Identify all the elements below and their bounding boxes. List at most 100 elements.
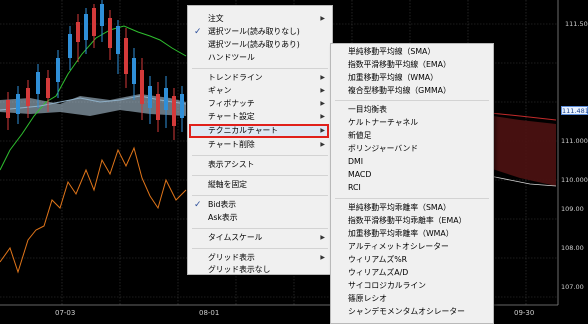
submenu-arrow-icon: ▶ [320, 74, 325, 81]
submenu-item-ema[interactable]: 指数平滑移動平均線（EMA） [331, 59, 493, 71]
date-label: 09-30 [514, 309, 535, 317]
menu-item-lock-vertical-axis[interactable]: 縦軸を固定 [188, 179, 332, 191]
menu-item-fibonacci[interactable]: フィボナッチ ▶ [188, 98, 332, 110]
submenu-arrow-icon: ▶ [320, 87, 325, 94]
menu-item-label: ウィリアムズ%R [348, 255, 408, 264]
menu-item-gann[interactable]: ギャン ▶ [188, 85, 332, 97]
menu-item-technical-chart[interactable]: テクニカルチャート ▶ [188, 125, 332, 137]
menu-item-label: フィボナッチ [208, 99, 255, 108]
menu-separator [192, 155, 328, 156]
checkmark-icon: ✓ [194, 200, 202, 210]
price-axis-label: 111.000 [561, 137, 588, 145]
menu-item-label: 選択ツール(読み取りあり) [208, 40, 300, 49]
menu-item-label: シャンデモメンタムオシレーター [348, 307, 465, 316]
menu-item-label: 単純移動平均線（SMA） [348, 47, 436, 56]
technical-chart-submenu: 単純移動平均線（SMA） 指数平滑移動平均線（EMA） 加重移動平均線（WMA）… [330, 43, 494, 324]
menu-item-show-bid[interactable]: ✓ Bid表示 [188, 199, 332, 211]
menu-item-chart-settings[interactable]: チャート設定 ▶ [188, 111, 332, 123]
submenu-arrow-icon: ▶ [320, 234, 325, 241]
menu-item-label: 指数平滑移動平均線（EMA） [348, 60, 451, 69]
submenu-item-ema-deviation[interactable]: 指数平滑移動平均乖離率（EMA） [331, 215, 493, 227]
menu-item-label: 一目均衡表 [348, 105, 387, 114]
submenu-item-ichimoku[interactable]: 一目均衡表 [331, 104, 493, 116]
chart-context-menu: 注文 ▶ ✓ 選択ツール(読み取りなし) 選択ツール(読み取りあり) ハンドツール … [187, 5, 333, 275]
menu-item-time-scale[interactable]: タイムスケール ▶ [188, 232, 332, 244]
submenu-item-shinohara-ratio[interactable]: 篠原レシオ [331, 293, 493, 305]
menu-separator [192, 68, 328, 69]
menu-item-label: 篠原レシオ [348, 294, 387, 303]
submenu-arrow-icon: ▶ [320, 254, 325, 261]
menu-item-select-tool-read[interactable]: 選択ツール(読み取りあり) [188, 39, 332, 51]
menu-item-delete-chart[interactable]: チャート削除 ▶ [188, 139, 332, 151]
menu-item-label: トレンドライン [208, 73, 263, 82]
date-label: 08-01 [199, 309, 220, 317]
menu-separator [192, 175, 328, 176]
submenu-item-macd[interactable]: MACD [331, 169, 493, 181]
submenu-arrow-icon: ▶ [320, 127, 325, 134]
menu-item-label: サイコロジカルライン [348, 281, 426, 290]
candles [6, 0, 184, 140]
menu-item-label: DMI [348, 157, 364, 166]
menu-item-select-tool-no-read[interactable]: ✓ 選択ツール(読み取りなし) [188, 26, 332, 38]
menu-item-label: Bid表示 [208, 200, 237, 209]
menu-item-label: チャート設定 [208, 112, 255, 121]
menu-item-label: テクニカルチャート [208, 126, 279, 135]
menu-item-order[interactable]: 注文 ▶ [188, 13, 332, 25]
menu-item-label: Ask表示 [208, 213, 238, 222]
menu-separator [192, 228, 328, 229]
menu-item-grid-display[interactable]: グリッド表示 ▶ [188, 252, 332, 264]
menu-item-label: ウィリアムズA/D [348, 268, 409, 277]
submenu-item-williams-r[interactable]: ウィリアムズ%R [331, 254, 493, 266]
menu-item-label: 指数平滑移動平均乖離率（EMA） [348, 216, 467, 225]
menu-item-label: 注文 [208, 14, 224, 23]
submenu-item-chande-momentum[interactable]: シャンデモメンタムオシレーター [331, 306, 493, 318]
date-label: 07-03 [55, 309, 76, 317]
menu-item-label: アルティメットオシレーター [348, 242, 449, 251]
submenu-item-keltner[interactable]: ケルトナーチャネル [331, 117, 493, 129]
price-axis-label: 108.00 [561, 244, 584, 252]
submenu-arrow-icon: ▶ [320, 15, 325, 22]
submenu-item-new-price[interactable]: 新値足 [331, 130, 493, 142]
menu-item-show-ask[interactable]: Ask表示 [188, 212, 332, 224]
menu-item-label: 単純移動平均乖離率（SMA） [348, 203, 451, 212]
menu-item-label: 加重移動平均乖離率（WMA） [348, 229, 454, 238]
menu-item-label: MACD [348, 170, 372, 179]
submenu-item-wma-deviation[interactable]: 加重移動平均乖離率（WMA） [331, 228, 493, 240]
menu-item-display-assist[interactable]: 表示アシスト [188, 159, 332, 171]
submenu-item-wma[interactable]: 加重移動平均線（WMA） [331, 72, 493, 84]
submenu-item-bollinger[interactable]: ボリンジャーバンド [331, 143, 493, 155]
menu-item-label: 複合型移動平均線（GMMA） [348, 86, 451, 95]
menu-item-label: ケルトナーチャネル [348, 118, 419, 127]
checkmark-icon: ✓ [194, 27, 202, 37]
current-price-flag: 111.481 [561, 106, 588, 115]
submenu-arrow-icon: ▶ [320, 113, 325, 120]
submenu-item-rci[interactable]: RCI [331, 182, 493, 194]
menu-item-label: チャート削除 [208, 140, 255, 149]
menu-item-label: グリッド表示なし [208, 265, 271, 274]
submenu-item-sma[interactable]: 単純移動平均線（SMA） [331, 46, 493, 58]
menu-item-label: 加重移動平均線（WMA） [348, 73, 438, 82]
menu-item-label: ボリンジャーバンド [348, 144, 419, 153]
price-axis-label: 107.00 [561, 283, 584, 291]
menu-separator [192, 195, 328, 196]
menu-item-hand-tool[interactable]: ハンドツール [188, 52, 332, 64]
submenu-item-ultimate-oscillator[interactable]: アルティメットオシレーター [331, 241, 493, 253]
menu-item-label: RCI [348, 183, 361, 192]
price-axis-label: 109.00 [561, 205, 584, 213]
menu-separator [192, 248, 328, 249]
menu-item-label: 選択ツール(読み取りなし) [208, 27, 300, 36]
menu-item-no-grid[interactable]: グリッド表示なし [188, 264, 332, 276]
submenu-item-psychological-line[interactable]: サイコロジカルライン [331, 280, 493, 292]
menu-item-label: ギャン [208, 86, 232, 95]
menu-item-label: 表示アシスト [208, 160, 255, 169]
submenu-arrow-icon: ▶ [320, 141, 325, 148]
submenu-item-dmi[interactable]: DMI [331, 156, 493, 168]
price-axis-label: 110.000 [561, 176, 588, 184]
menu-item-label: タイムスケール [208, 233, 263, 242]
menu-item-trendline[interactable]: トレンドライン ▶ [188, 72, 332, 84]
menu-item-label: 縦軸を固定 [208, 180, 247, 189]
submenu-item-williams-ad[interactable]: ウィリアムズA/D [331, 267, 493, 279]
menu-item-label: ハンドツール [208, 53, 255, 62]
submenu-item-gmma[interactable]: 複合型移動平均線（GMMA） [331, 85, 493, 97]
submenu-item-sma-deviation[interactable]: 単純移動平均乖離率（SMA） [331, 202, 493, 214]
